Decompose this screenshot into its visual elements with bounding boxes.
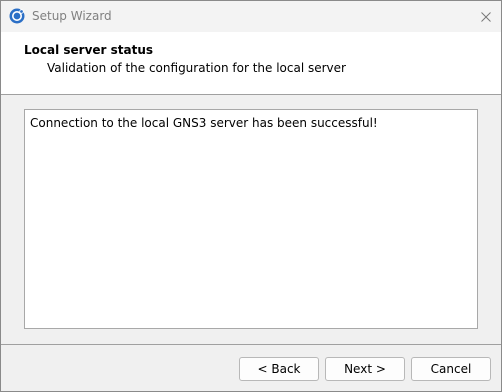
next-button[interactable]: Next > (325, 357, 405, 381)
page-subtitle: Validation of the configuration for the … (47, 61, 346, 75)
wizard-header: Local server status Validation of the co… (1, 32, 501, 94)
status-message: Connection to the local GNS3 server has … (30, 116, 378, 130)
window-title: Setup Wizard (32, 9, 112, 23)
footer-divider (1, 344, 501, 345)
status-text-box[interactable]: Connection to the local GNS3 server has … (24, 109, 478, 329)
setup-wizard-window: Setup Wizard Local server status Validat… (0, 0, 502, 392)
page-title: Local server status (24, 43, 154, 57)
title-bar: Setup Wizard (1, 1, 501, 32)
back-button[interactable]: < Back (239, 357, 319, 381)
close-icon (481, 7, 491, 26)
gns3-app-icon (9, 8, 25, 24)
cancel-button[interactable]: Cancel (411, 357, 491, 381)
header-divider (1, 94, 501, 95)
close-button[interactable] (471, 1, 501, 32)
